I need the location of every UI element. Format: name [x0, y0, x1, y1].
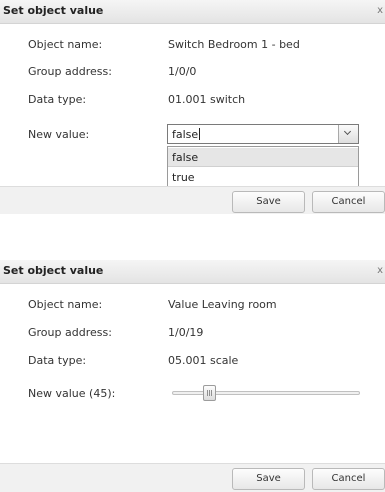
save-button[interactable]: Save	[232, 191, 305, 213]
dialog-title: Set object value	[3, 264, 104, 277]
close-icon[interactable]: x	[377, 265, 383, 276]
slider-handle[interactable]	[203, 385, 216, 401]
object-name-value: Switch Bedroom 1 - bed	[168, 38, 300, 51]
option-true[interactable]: true	[168, 168, 358, 187]
group-address-value: 1/0/0	[168, 65, 197, 78]
object-name-value: Value Leaving room	[168, 298, 277, 311]
group-address-label: Group address:	[28, 65, 112, 78]
group-address-label: Group address:	[28, 326, 112, 339]
select-current-value[interactable]: false	[172, 128, 201, 141]
new-value-slider-track[interactable]	[172, 391, 360, 395]
new-value-label: New value:	[28, 128, 90, 141]
set-object-value-dialog-switch: Set object value x Object name: Switch B…	[0, 0, 385, 214]
object-name-label: Object name:	[28, 38, 103, 51]
text-caret	[199, 128, 201, 140]
dropdown-toggle-button[interactable]	[338, 125, 358, 143]
data-type-label: Data type:	[28, 93, 87, 106]
data-type-label: Data type:	[28, 354, 87, 367]
chevron-down-icon	[343, 127, 352, 136]
data-type-value: 05.001 scale	[168, 354, 239, 367]
save-button[interactable]: Save	[232, 468, 305, 490]
dialog-footer: Save Cancel	[0, 463, 385, 492]
grip-line	[207, 390, 208, 396]
grip-line	[211, 390, 212, 396]
dialog-titlebar[interactable]: Set object value x	[0, 0, 385, 24]
set-object-value-dialog-scale: Set object value x Object name: Value Le…	[0, 260, 385, 492]
close-icon[interactable]: x	[377, 5, 383, 16]
new-value-select[interactable]: false	[167, 124, 359, 144]
dialog-title: Set object value	[3, 4, 104, 17]
object-name-label: Object name:	[28, 298, 103, 311]
group-address-value: 1/0/19	[168, 326, 204, 339]
cancel-button[interactable]: Cancel	[312, 191, 385, 213]
dialog-footer: Save Cancel	[0, 186, 385, 214]
data-type-value: 01.001 switch	[168, 93, 246, 106]
dialog-titlebar[interactable]: Set object value x	[0, 260, 385, 284]
option-false[interactable]: false	[168, 148, 358, 167]
dropdown-options-list: false true	[167, 146, 359, 188]
cancel-button[interactable]: Cancel	[312, 468, 385, 490]
grip-line	[209, 390, 210, 396]
new-value-label: New value (45):	[28, 387, 116, 400]
